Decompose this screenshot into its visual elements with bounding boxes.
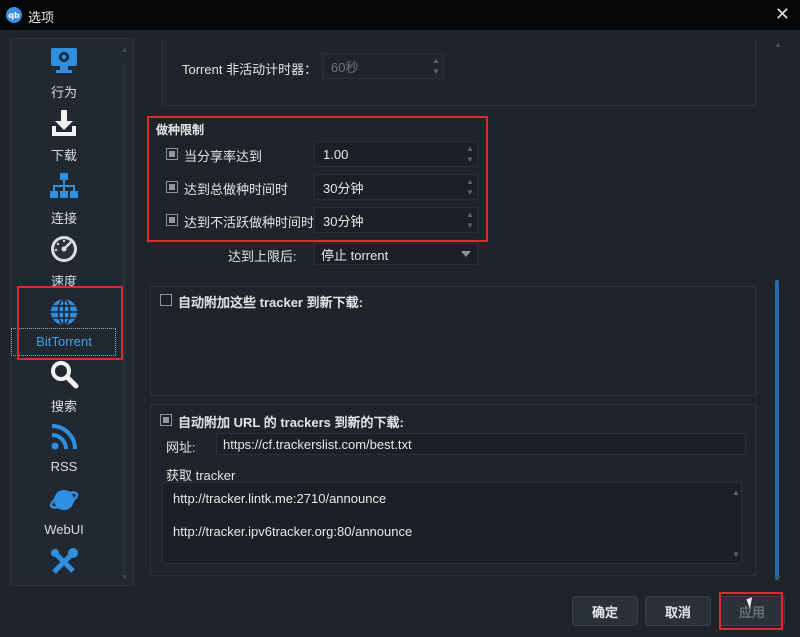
monitor-gear-icon (48, 44, 80, 76)
tracker-line: http://tracker.lintk.me:2710/announce (173, 491, 387, 506)
title-bar: qb 选项 ✕ (0, 0, 800, 30)
seed-time-checkbox[interactable] (166, 181, 178, 193)
trackers-list-scrollbar[interactable]: ▲ ▼ (731, 488, 741, 562)
ratio-checkbox[interactable] (166, 148, 178, 160)
limit-action-dropdown[interactable]: 停止 torrent (314, 243, 478, 265)
inactive-timer-value: 60秒 (331, 59, 359, 75)
url-trackers-label: 自动附加 URL 的 trackers 到新的下载: (178, 415, 404, 430)
seed-time-value: 30分钟 (323, 180, 364, 196)
inactive-timer-spinbox[interactable]: 60秒 ▲ ▼ (322, 53, 444, 79)
rss-icon (48, 421, 80, 453)
inactive-seed-value: 30分钟 (323, 213, 364, 229)
options-scrollbar[interactable]: ▲ ▼ (772, 40, 784, 586)
ratio-value: 1.00 (323, 146, 349, 162)
sidebar-item-speed[interactable]: 速度 (14, 233, 114, 293)
limit-action-value: 停止 torrent (321, 247, 389, 263)
url-label: 网址: (166, 440, 196, 455)
limit-action-label: 达到上限后: (228, 249, 297, 264)
auto-trackers-label: 自动附加这些 tracker 到新下载: (178, 295, 363, 310)
scrollbar-thumb[interactable] (775, 280, 779, 580)
url-trackers-checkbox[interactable] (160, 414, 172, 426)
seeding-limits-title: 做种限制 (156, 123, 205, 137)
seed-time-spinbox[interactable]: 30分钟 ▲ ▼ (314, 174, 478, 200)
chevron-down-icon (461, 251, 471, 257)
tools-icon (48, 547, 80, 577)
highlight-box-bittorrent (17, 286, 123, 360)
tracker-line: http://tracker.ipv6tracker.org:80/announ… (173, 524, 413, 539)
sidebar-item-connection[interactable]: 连接 (14, 170, 114, 230)
tracker-url-value: https://cf.trackerslist.com/best.txt (223, 436, 412, 452)
sidebar-item-behavior[interactable]: 行为 (14, 44, 114, 104)
window-title: 选项 (28, 10, 55, 25)
ratio-label: 当分享率达到 (184, 149, 263, 164)
close-icon[interactable]: ✕ (775, 4, 790, 25)
network-icon (48, 170, 80, 202)
sidebar-item-label: RSS (50, 459, 78, 474)
sidebar-item-label: 连接 (50, 211, 77, 226)
planet-icon (48, 484, 80, 516)
auto-trackers-checkbox[interactable] (160, 294, 172, 306)
sidebar-item-webui[interactable]: WebUI (14, 484, 114, 544)
inactive-seed-label: 达到不活跃做种时间时 (184, 215, 315, 230)
seed-time-label: 达到总做种时间时 (184, 182, 289, 197)
sidebar-item-label: WebUI (44, 522, 84, 537)
app-logo-icon: qb (6, 7, 22, 23)
tracker-url-input[interactable]: https://cf.trackerslist.com/best.txt (216, 433, 746, 455)
sidebar-item-label: 行为 (50, 85, 77, 100)
inactive-seed-checkbox[interactable] (166, 214, 178, 226)
inactive-seed-spinbox[interactable]: 30分钟 ▲ ▼ (314, 207, 478, 233)
ratio-spinbox[interactable]: 1.00 ▲ ▼ (314, 141, 478, 167)
fetched-trackers-list[interactable]: http://tracker.lintk.me:2710/announce ht… (162, 482, 742, 564)
download-icon (48, 107, 80, 139)
sidebar-item-advanced[interactable]: 高级 (14, 547, 114, 583)
sidebar-item-downloads[interactable]: 下载 (14, 107, 114, 167)
cancel-button[interactable]: 取消 (645, 596, 711, 626)
inactive-timer-label: Torrent 非活动计时器： (182, 62, 318, 77)
speedometer-icon (48, 233, 80, 265)
search-icon (48, 358, 80, 390)
ok-button[interactable]: 确定 (572, 596, 638, 626)
sidebar-item-label: 搜索 (50, 399, 77, 414)
sidebar-item-label: 下载 (50, 148, 77, 163)
sidebar-item-rss[interactable]: RSS (14, 421, 114, 481)
sidebar-item-search[interactable]: 搜索 (14, 358, 114, 418)
